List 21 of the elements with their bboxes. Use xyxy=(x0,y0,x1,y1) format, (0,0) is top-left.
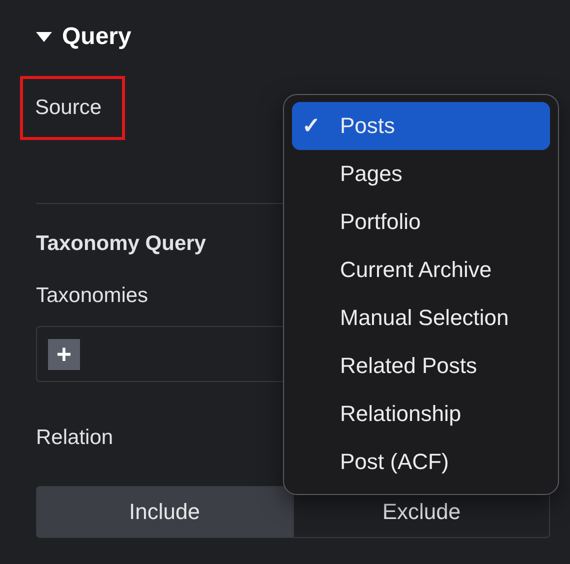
menu-item[interactable]: Pages xyxy=(292,150,550,198)
taxonomy-heading: Taxonomy Query xyxy=(36,232,207,256)
menu-item[interactable]: Post (ACF) xyxy=(292,438,550,486)
menu-item-label: Relationship xyxy=(340,401,462,427)
menu-item-label: Portfolio xyxy=(340,209,421,235)
menu-item-label: Posts xyxy=(340,113,396,139)
relation-option[interactable]: Include xyxy=(36,486,293,538)
menu-item[interactable]: Current Archive xyxy=(292,246,550,294)
menu-item[interactable]: ✓ Posts xyxy=(292,102,550,150)
menu-item-label: Post (ACF) xyxy=(340,449,449,475)
menu-item-label: Pages xyxy=(340,161,402,187)
menu-item[interactable]: Portfolio xyxy=(292,198,550,246)
source-label: Source xyxy=(23,79,122,137)
add-button[interactable]: + xyxy=(48,338,80,370)
taxonomies-label: Taxonomies xyxy=(36,284,150,308)
section-title: Query xyxy=(62,23,132,51)
relation-label: Relation xyxy=(36,426,114,450)
caret-icon[interactable] xyxy=(36,32,52,42)
check-mark: ✓ xyxy=(302,113,321,139)
menu-item[interactable]: Relationship xyxy=(292,390,550,438)
menu-item-label: Current Archive xyxy=(340,257,492,283)
